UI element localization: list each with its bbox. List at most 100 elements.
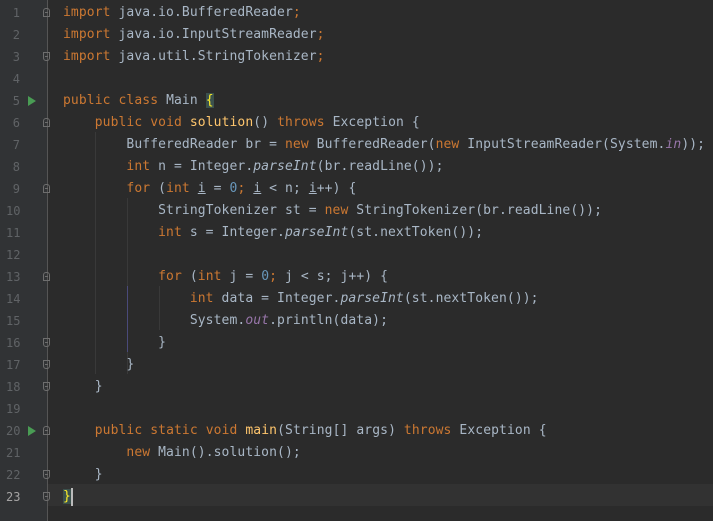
code-text: BufferedReader( (308, 137, 436, 152)
line-number: 21 (6, 446, 21, 460)
code-text: ++) (348, 269, 381, 284)
code-line[interactable]: 5 public class Main { (13, 90, 713, 112)
number: 0 (261, 269, 270, 284)
exception-type: Exception (451, 423, 539, 438)
code-text: n = Integer. (150, 159, 254, 174)
code-area[interactable]: 1 import java.io.BufferedReader; 2 impor… (6, 0, 713, 521)
fold-icon[interactable] (43, 52, 50, 61)
code-text: ++) (316, 181, 349, 196)
keyword: int (126, 159, 151, 174)
code-line[interactable]: 17 } (6, 354, 713, 376)
keyword: int (158, 225, 182, 240)
fold-icon[interactable] (43, 382, 50, 391)
fold-icon[interactable] (43, 426, 50, 435)
line-number: 10 (6, 204, 21, 218)
code-line[interactable]: 2 import java.io.InputStreamReader; (13, 24, 713, 46)
code-line[interactable]: 1 import java.io.BufferedReader; (13, 2, 713, 24)
code-line[interactable]: 12 (6, 244, 713, 266)
code-line[interactable]: 7 BufferedReader br = new BufferedReader… (13, 134, 713, 156)
code-text: BufferedReader br = (126, 137, 285, 152)
code-editor[interactable]: 1 import java.io.BufferedReader; 2 impor… (0, 0, 713, 521)
line-number: 13 (6, 270, 21, 284)
line-number: 16 (6, 336, 21, 350)
code-text: < n; (261, 181, 309, 196)
fold-icon[interactable] (43, 184, 50, 193)
fold-icon[interactable] (43, 492, 50, 501)
fold-icon[interactable] (43, 338, 50, 347)
method-call: parseInt (284, 225, 349, 240)
code-line[interactable]: 8 int n = Integer.parseInt(br.readLine()… (13, 156, 713, 178)
line-number: 11 (6, 226, 21, 240)
keyword: for (126, 181, 151, 196)
parens: () (253, 115, 270, 130)
import-path: java.io.InputStreamReader (110, 27, 317, 42)
code-text: (br.readLine()); (316, 159, 444, 174)
run-icon[interactable] (28, 426, 36, 436)
code-line[interactable]: 20 public static void main(String[] args… (6, 420, 713, 442)
method-call: parseInt (340, 291, 404, 306)
code-line[interactable]: 22 } (6, 464, 713, 486)
code-line[interactable]: 10 StringTokenizer st = new StringTokeni… (6, 200, 713, 222)
code-text: StringTokenizer st = (158, 203, 325, 218)
code-line[interactable]: 4 (13, 68, 713, 90)
method-name: solution (189, 115, 254, 130)
keyword: int (166, 181, 190, 196)
brace: } (158, 335, 167, 350)
code-text: = (237, 269, 262, 284)
static-field: in (665, 137, 682, 152)
code-line[interactable]: 6 public void solution() throws Exceptio… (13, 112, 713, 134)
code-line[interactable]: 21 new Main().solution(); (6, 442, 713, 464)
brace: { (538, 423, 547, 438)
line-number: 1 (12, 6, 20, 20)
code-line[interactable]: 18 } (6, 376, 713, 398)
fold-icon[interactable] (43, 8, 50, 17)
brace: } (94, 467, 103, 482)
line-number: 14 (6, 292, 21, 306)
semicolon: ; (316, 49, 325, 64)
code-line[interactable]: 19 (6, 398, 713, 420)
line-number: 5 (12, 94, 20, 108)
code-line[interactable]: 13 for (int j = 0; j < s; j++) { (6, 266, 713, 288)
keyword: void (150, 115, 182, 130)
keyword: import (63, 49, 111, 64)
line-number: 9 (12, 182, 20, 196)
code-text: )); (681, 137, 706, 152)
code-line[interactable]: 3 import java.util.StringTokenizer; (13, 46, 713, 68)
code-text: = (205, 181, 230, 196)
run-icon[interactable] (28, 96, 36, 106)
code-text: StringTokenizer(br.readLine()); (348, 203, 603, 218)
code-text: < s; (292, 269, 341, 284)
static-field: out (245, 313, 270, 328)
line-number: 20 (6, 424, 21, 438)
fold-icon[interactable] (43, 118, 50, 127)
keyword: int (197, 269, 222, 284)
code-text: ( (150, 181, 167, 196)
import-path: java.util.StringTokenizer (110, 49, 317, 64)
code-line[interactable]: 16 } (6, 332, 713, 354)
code-text: (String[] args) (277, 423, 404, 438)
text-caret (71, 488, 73, 506)
line-number: 12 (6, 248, 21, 262)
code-text: (st.nextToken()); (348, 225, 484, 240)
code-line[interactable]: 23 } (6, 486, 713, 508)
code-line[interactable]: 9 for (int i = 0; i < n; i++) { (13, 178, 713, 200)
fold-icon[interactable] (43, 470, 50, 479)
code-line[interactable]: 11 int s = Integer.parseInt(st.nextToken… (6, 222, 713, 244)
keyword: static (150, 423, 198, 438)
keyword: new (126, 445, 151, 460)
import-path: java.io.BufferedReader (110, 5, 293, 20)
method-call: parseInt (253, 159, 317, 174)
brace: { (205, 93, 214, 108)
fold-icon[interactable] (43, 360, 50, 369)
semicolon: ; (316, 27, 325, 42)
brace: { (348, 181, 357, 196)
variable: i (197, 181, 206, 196)
keyword: public (94, 423, 143, 438)
keyword: import (63, 27, 111, 42)
code-line[interactable]: 14 int data = Integer.parseInt(st.nextTo… (6, 288, 713, 310)
fold-icon[interactable] (43, 272, 50, 281)
keyword: new (435, 137, 460, 152)
code-text: ( (181, 269, 198, 284)
code-line[interactable]: 15 System.out.println(data); (6, 310, 713, 332)
